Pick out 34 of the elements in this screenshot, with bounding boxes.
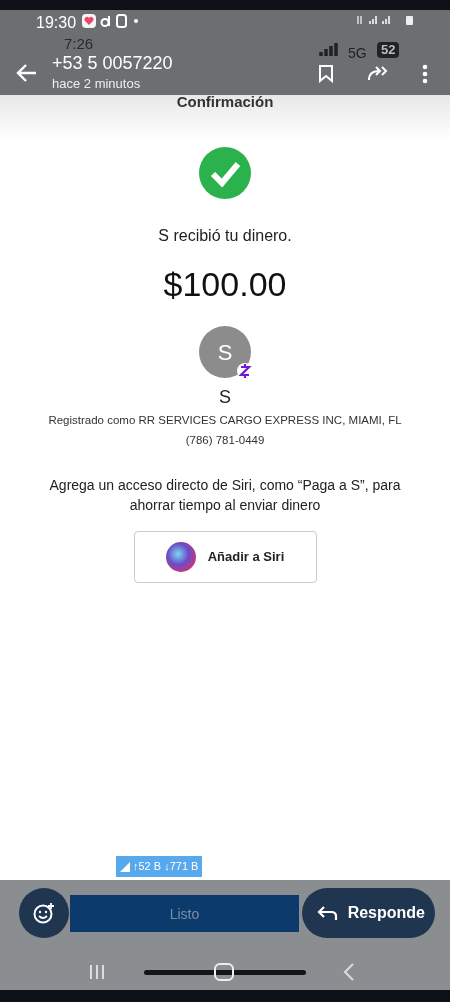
signal-icon [120,861,130,872]
signal-icon [318,42,340,56]
add-to-siri-button[interactable]: Añadir a Siri [133,530,317,583]
reply-icon [315,905,338,921]
screen-title: Confirmación [175,93,275,111]
bookmark-icon[interactable] [318,64,334,83]
chat-title: +53 5 0057220 [52,52,173,74]
underlying-time: 7:26 [64,34,94,54]
zelle-badge-icon [237,362,253,380]
dot-icon [134,19,138,23]
registration-info: Registrado como RR SERVICES CARGO EXPRESS INC, MIAMI, FL [48,413,402,428]
success-message: S recibió tu dinero. [158,226,292,246]
battery-level: 52 [377,42,400,58]
status-time: 19:30 [36,13,77,33]
siri-icon [165,541,196,572]
signal-icon [356,14,416,26]
network-type: 5G [348,44,367,63]
home-icon[interactable] [144,962,306,982]
reply-button[interactable]: Responde [301,888,435,938]
siri-prompt: Agrega un acceso directo de Siri, como “Paga a S”, para ahorrar tiempo al enviar dinero [48,475,402,515]
reply-field[interactable]: Listo [70,895,299,932]
check-icon [199,147,251,199]
avatar: S [199,326,251,378]
more-icon[interactable] [422,64,428,84]
app-icon [82,14,96,28]
app-icon [116,14,127,28]
amount: $100.00 [163,264,287,304]
app-icon [100,14,112,28]
recipient-name: S [219,386,231,409]
network-speed-badge: ↑52 B ↓771 B [116,856,203,877]
emoji-icon[interactable] [19,888,69,938]
back-icon[interactable] [16,63,38,83]
last-seen: hace 2 minutos [52,76,141,92]
recipient-phone: (786) 781-0449 [185,433,265,449]
